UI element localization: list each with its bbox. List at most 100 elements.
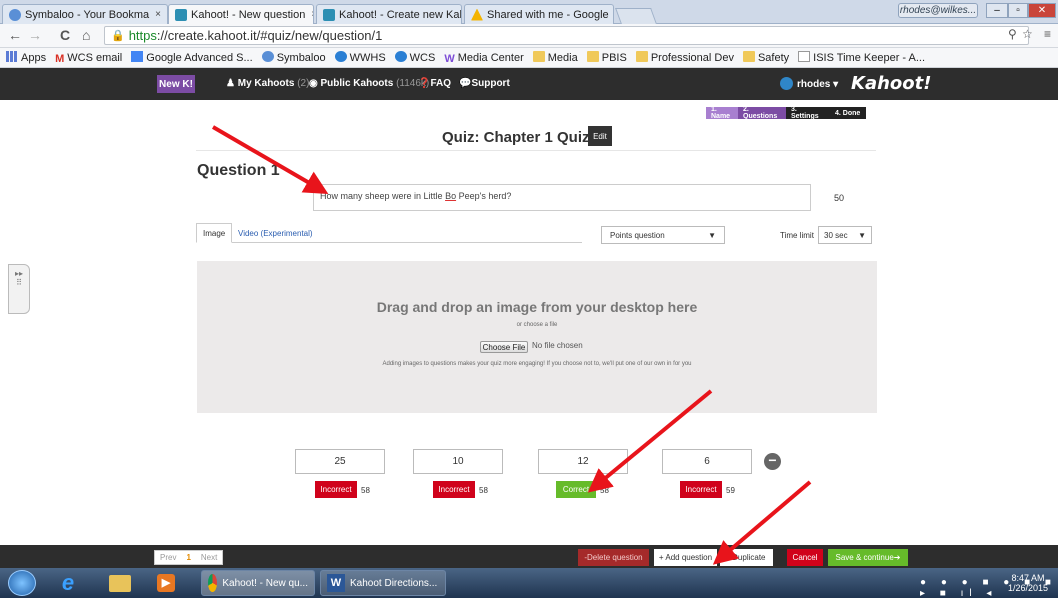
answer-3-input[interactable]: 12 bbox=[538, 449, 628, 474]
double-chevron-right-icon: ▸▸ bbox=[14, 269, 24, 278]
image-dropzone[interactable]: Drag and drop an image from your desktop… bbox=[197, 261, 877, 413]
internet-explorer-icon[interactable]: e bbox=[52, 570, 84, 595]
grip-icon: ⠿ bbox=[16, 278, 22, 287]
step-name[interactable]: 1. Name bbox=[706, 106, 738, 120]
chrome-icon bbox=[208, 574, 218, 592]
bookmark-wcs-email[interactable]: M WCS email bbox=[55, 52, 122, 65]
url-input[interactable]: 🔒 https://create.kahoot.it/#quiz/new/que… bbox=[104, 26, 1029, 45]
google-drive-icon bbox=[471, 8, 483, 21]
answer-4-status-toggle[interactable]: Incorrect bbox=[680, 481, 722, 498]
bookmark-professional-dev[interactable]: Professional Dev bbox=[635, 51, 734, 64]
bookmark-apps[interactable]: Apps bbox=[6, 51, 46, 64]
faq-link[interactable]: ❓FAQ bbox=[418, 78, 451, 89]
user-menu[interactable]: rhodes ▾ bbox=[780, 77, 838, 90]
bookmark-star-icon[interactable]: ☆ bbox=[1022, 27, 1033, 41]
add-question-button[interactable]: + Add question bbox=[654, 549, 717, 566]
answer-2-status-toggle[interactable]: Incorrect bbox=[433, 481, 475, 498]
close-icon[interactable]: × bbox=[609, 9, 613, 20]
tab-video[interactable]: Video (Experimental) bbox=[232, 223, 319, 243]
task-kahoot-chrome[interactable]: Kahoot! - New qu... bbox=[201, 570, 315, 596]
arrow-right-icon: ➔ bbox=[893, 553, 901, 562]
globe-icon bbox=[394, 51, 407, 62]
start-button[interactable] bbox=[8, 570, 36, 596]
symbaloo-icon bbox=[261, 51, 274, 62]
remove-answer-button[interactable]: − bbox=[764, 453, 781, 470]
support-link[interactable]: 💬Support bbox=[459, 78, 510, 89]
close-icon[interactable]: × bbox=[149, 9, 161, 20]
answer-1-input[interactable]: 25 bbox=[295, 449, 385, 474]
choose-file-button[interactable]: Choose File bbox=[480, 341, 528, 353]
file-explorer-icon[interactable] bbox=[104, 571, 136, 595]
task-kahoot-directions-word[interactable]: W Kahoot Directions... bbox=[320, 570, 446, 596]
next-button[interactable]: Next bbox=[196, 551, 222, 564]
kahoot-logo: Kahoot! bbox=[851, 73, 932, 94]
answer-4-input[interactable]: 6 bbox=[662, 449, 752, 474]
back-icon[interactable]: ← bbox=[8, 27, 22, 43]
user-icon: ♟ bbox=[226, 78, 238, 89]
answer-4-score: 59 bbox=[726, 486, 735, 495]
lock-icon: 🔒 bbox=[111, 30, 125, 42]
bookmark-google-advanced[interactable]: Google Advanced S... bbox=[131, 51, 253, 64]
public-kahoots-link[interactable]: ◉ Public Kahoots (1146k) bbox=[309, 78, 429, 89]
side-expand-tab[interactable]: ▸▸ ⠿ bbox=[8, 264, 30, 314]
bookmark-symbaloo[interactable]: Symbaloo bbox=[261, 51, 326, 64]
globe-icon: ◉ bbox=[309, 78, 321, 89]
tab-label: Shared with me - Google bbox=[487, 8, 609, 21]
bookmark-wcs[interactable]: WCS bbox=[394, 51, 435, 64]
quiz-title: Quiz: Chapter 1 Quiz bbox=[442, 129, 590, 146]
answer-1-score: 58 bbox=[361, 486, 370, 495]
step-settings[interactable]: 3. Settings bbox=[786, 106, 830, 120]
delete-question-button[interactable]: - Delete question bbox=[578, 549, 649, 566]
bookmark-media[interactable]: Media bbox=[532, 51, 578, 64]
new-kahoot-button[interactable]: New K! bbox=[157, 75, 195, 93]
forward-icon[interactable]: → bbox=[28, 27, 42, 43]
zoom-icon[interactable]: ⚲ bbox=[1008, 27, 1017, 41]
my-kahoots-link[interactable]: ♟ My Kahoots (2) bbox=[226, 78, 309, 89]
user-badge[interactable]: rhodes@wilkes... bbox=[898, 3, 978, 18]
tab-symbaloo[interactable]: Symbaloo - Your Bookma × bbox=[2, 4, 168, 24]
step-questions[interactable]: 2. Questions bbox=[738, 106, 786, 120]
answer-2-input[interactable]: 10 bbox=[413, 449, 503, 474]
address-bar-row: ← → C ⌂ 🔒 https://create.kahoot.it/#quiz… bbox=[0, 24, 1058, 48]
current-page[interactable]: 1 bbox=[181, 551, 195, 564]
tab-image[interactable]: Image bbox=[196, 223, 233, 243]
points-select[interactable]: Points question ▼ bbox=[601, 226, 725, 244]
tab-kahoot-new-question[interactable]: Kahoot! - New question × bbox=[168, 4, 314, 24]
maximize-icon[interactable]: ▫ bbox=[1008, 3, 1028, 18]
time-limit-select[interactable]: 30 sec ▼ bbox=[818, 226, 872, 244]
media-player-icon[interactable]: ▶ bbox=[150, 571, 182, 595]
new-tab-button[interactable] bbox=[615, 8, 657, 24]
answer-1-status-toggle[interactable]: Incorrect bbox=[315, 481, 357, 498]
tab-label: Symbaloo - Your Bookma bbox=[25, 8, 150, 21]
step-done[interactable]: 4. Done bbox=[830, 107, 866, 119]
gmail-icon: M bbox=[55, 52, 65, 65]
minimize-icon[interactable]: – bbox=[986, 3, 1008, 18]
close-icon[interactable]: × bbox=[305, 9, 313, 20]
bookmark-safety[interactable]: Safety bbox=[742, 51, 789, 64]
divider bbox=[196, 150, 876, 151]
chat-icon: 💬 bbox=[459, 78, 472, 89]
tab-google-drive[interactable]: Shared with me - Google × bbox=[464, 4, 614, 24]
prev-button[interactable]: Prev bbox=[155, 551, 181, 564]
duplicate-button[interactable]: + Duplicate bbox=[720, 549, 773, 566]
folder-icon bbox=[532, 51, 545, 62]
menu-icon[interactable]: ≡ bbox=[1044, 27, 1051, 41]
edit-title-button[interactable]: Edit bbox=[588, 126, 612, 146]
google-icon bbox=[131, 51, 144, 62]
save-continue-button[interactable]: Save & continue ➔ bbox=[828, 549, 908, 566]
dropzone-or: or choose a file bbox=[516, 322, 558, 328]
reload-icon[interactable]: C bbox=[60, 27, 70, 43]
folder-icon bbox=[742, 51, 755, 62]
no-file-text: No file chosen bbox=[532, 341, 583, 350]
answer-3-status-toggle[interactable]: Correct bbox=[556, 481, 596, 498]
cancel-button[interactable]: Cancel bbox=[787, 549, 823, 566]
tab-kahoot-create[interactable]: Kahoot! - Create new Kah × bbox=[316, 4, 462, 24]
bookmark-media-center[interactable]: W Media Center bbox=[444, 52, 523, 65]
bookmark-wwhs[interactable]: WWHS bbox=[334, 51, 386, 64]
question-input[interactable]: How many sheep were in Little Bo Peep's … bbox=[313, 184, 811, 211]
close-window-icon[interactable]: ✕ bbox=[1028, 3, 1056, 18]
question-label: Question 1 bbox=[197, 162, 280, 179]
bookmark-isis[interactable]: ISIS Time Keeper - A... bbox=[798, 51, 925, 64]
bookmark-pbis[interactable]: PBIS bbox=[586, 51, 627, 64]
home-icon[interactable]: ⌂ bbox=[82, 27, 90, 43]
